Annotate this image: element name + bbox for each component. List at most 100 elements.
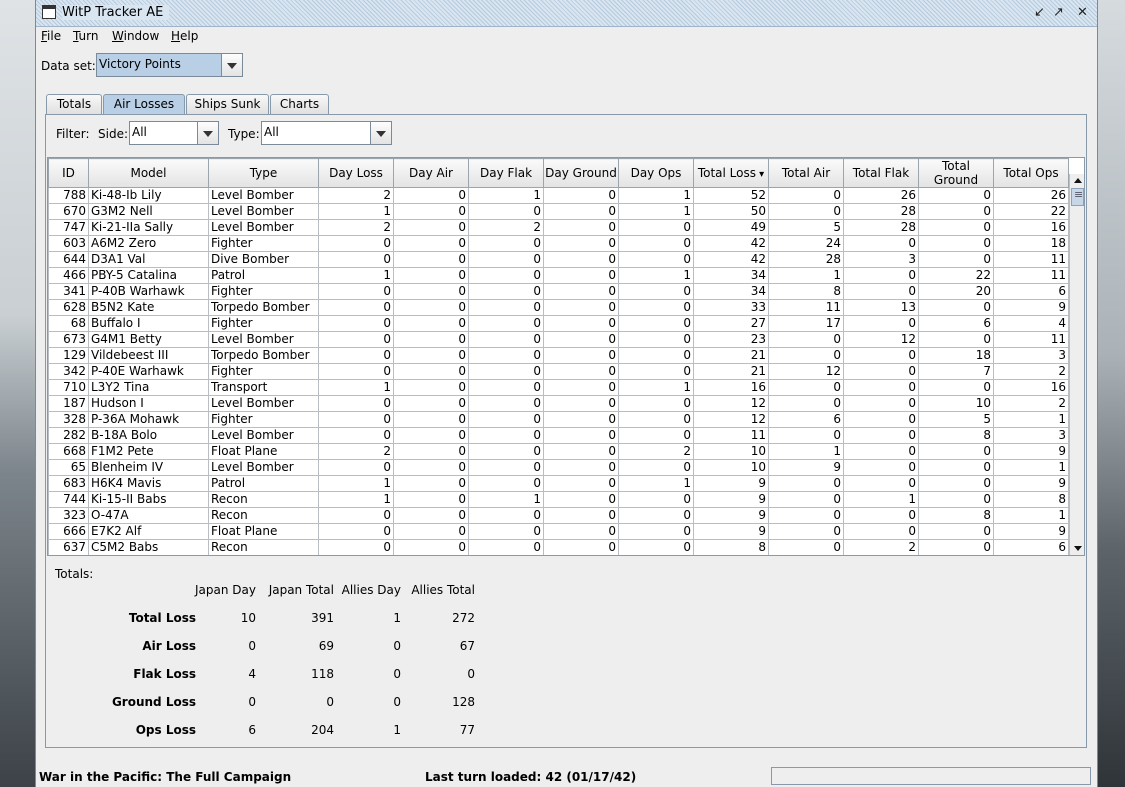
table-cell: 0 xyxy=(768,523,844,540)
totals-value: 10 xyxy=(240,611,256,625)
side-label: Side: xyxy=(98,127,128,141)
table-row[interactable]: 666 E7K2 Alf Float Plane 0 0 0 0 0 9 0 0 0 9 xyxy=(48,523,1069,540)
table-cell: 0 xyxy=(543,219,619,236)
menu-window[interactable]: Window xyxy=(112,29,159,43)
tab-charts[interactable]: Charts xyxy=(270,94,329,114)
table-cell: Level Bomber xyxy=(208,187,319,204)
table-row[interactable]: 710 L3Y2 Tina Transport 1 0 0 0 1 16 0 0 0 16 xyxy=(48,379,1069,396)
totals-value: 6 xyxy=(248,723,256,737)
table-cell: 2 xyxy=(993,395,1069,412)
menu-file[interactable]: File xyxy=(41,29,61,43)
table-cell: 0 xyxy=(918,475,994,492)
table-cell: Buffalo I xyxy=(88,315,209,332)
table-row[interactable]: 637 C5M2 Babs Recon 0 0 0 0 0 8 0 2 0 6 xyxy=(48,539,1069,555)
table-cell: 0 xyxy=(468,315,544,332)
column-header[interactable]: ID xyxy=(48,158,89,188)
side-select[interactable]: All xyxy=(129,121,219,145)
scroll-down-icon[interactable] xyxy=(1070,542,1084,555)
table-row[interactable]: 129 Vildebeest III Torpedo Bomber 0 0 0 0 0 21 0 0… xyxy=(48,347,1069,364)
tab-ships-sunk[interactable]: Ships Sunk xyxy=(186,94,269,114)
title-bar[interactable]: WitP Tracker AE ↙ ↗ ✕ xyxy=(36,0,1097,27)
app-window-icon xyxy=(42,5,56,19)
table-row[interactable]: 342 P-40E Warhawk Fighter 0 0 0 0 0 21 12 0 7 2 xyxy=(48,363,1069,380)
table-row[interactable]: 282 B-18A Bolo Level Bomber 0 0 0 0 0 11 0 0 8 3 xyxy=(48,427,1069,444)
table-cell: 0 xyxy=(768,379,844,396)
table-cell: Fighter xyxy=(208,283,319,300)
column-header[interactable]: Total Ground xyxy=(918,158,994,188)
table-cell: 2 xyxy=(843,539,919,555)
table-cell: 0 xyxy=(318,427,394,444)
table-cell: 0 xyxy=(393,235,469,252)
table-cell: 3 xyxy=(993,347,1069,364)
column-header[interactable]: Day Flak xyxy=(468,158,544,188)
table-cell: D3A1 Val xyxy=(88,251,209,268)
table-cell: 0 xyxy=(918,219,994,236)
minimize-icon[interactable]: ↙ xyxy=(1032,5,1047,20)
table-row[interactable]: 683 H6K4 Mavis Patrol 1 0 0 0 1 9 0 0 0 9 xyxy=(48,475,1069,492)
maximize-icon[interactable]: ↗ xyxy=(1051,5,1066,20)
table-cell: 0 xyxy=(543,331,619,348)
table-row[interactable]: 788 Ki-48-Ib Lily Level Bomber 2 0 1 0 1 52 0 26 0 2… xyxy=(48,187,1069,204)
table-row[interactable]: 603 A6M2 Zero Fighter 0 0 0 0 0 42 24 0 0 18 xyxy=(48,235,1069,252)
column-header[interactable]: Day Air xyxy=(393,158,469,188)
table-cell: 0 xyxy=(318,283,394,300)
table-cell: 50 xyxy=(693,203,769,220)
table-cell: 0 xyxy=(768,203,844,220)
table-cell: 0 xyxy=(393,491,469,508)
table-row[interactable]: 644 D3A1 Val Dive Bomber 0 0 0 0 0 42 28 3 0 11 xyxy=(48,251,1069,268)
table-row[interactable]: 744 Ki-15-II Babs Recon 1 0 1 0 0 9 0 1 0 8 xyxy=(48,491,1069,508)
column-header[interactable]: Total Air xyxy=(768,158,844,188)
table-row[interactable]: 668 F1M2 Pete Float Plane 2 0 0 0 2 10 1 0 0 9 xyxy=(48,443,1069,460)
table-row[interactable]: 670 G3M2 Nell Level Bomber 1 0 0 0 1 50 0 28 0 22 xyxy=(48,203,1069,220)
table-cell: 0 xyxy=(468,395,544,412)
dataset-select[interactable]: Victory Points xyxy=(96,53,243,77)
table-row[interactable]: 187 Hudson I Level Bomber 0 0 0 0 0 12 0 0 10 2 xyxy=(48,395,1069,412)
table-row[interactable]: 673 G4M1 Betty Level Bomber 0 0 0 0 0 23 0 12 0 11 xyxy=(48,331,1069,348)
tab-totals[interactable]: Totals xyxy=(46,94,102,114)
table-cell: 1 xyxy=(618,267,694,284)
table-row[interactable]: 328 P-36A Mohawk Fighter 0 0 0 0 0 12 6 0 5 1 xyxy=(48,411,1069,428)
table-cell: 9 xyxy=(993,299,1069,316)
table-cell: 0 xyxy=(919,556,994,557)
column-header[interactable]: Day Ops xyxy=(618,158,694,188)
scroll-thumb[interactable] xyxy=(1071,188,1084,206)
table-cell: 0 xyxy=(918,203,994,220)
table-row[interactable]: 65 Blenheim IV Level Bomber 0 0 0 0 0 10 9 0 0 1 xyxy=(48,459,1069,476)
table-row[interactable]: 323 O-47A Recon 0 0 0 0 0 9 0 0 8 1 xyxy=(48,507,1069,524)
table-cell: P-36A Mohawk xyxy=(88,411,209,428)
table-row[interactable]: 747 Ki-21-IIa Sally Level Bomber 2 0 2 0 0 49 5 28… xyxy=(48,219,1069,236)
close-icon[interactable]: ✕ xyxy=(1075,5,1090,20)
table-cell: 0 xyxy=(843,523,919,540)
table-row[interactable]: 68 Buffalo I Fighter 0 0 0 0 0 27 17 0 6 4 xyxy=(48,315,1069,332)
table-cell: 0 xyxy=(618,347,694,364)
totals-value: 272 xyxy=(452,611,475,625)
table-cell: 8 xyxy=(918,427,994,444)
table-cell: 3 xyxy=(843,251,919,268)
table-scrollbar[interactable] xyxy=(1069,174,1084,555)
table-row[interactable]: 466 PBY-5 Catalina Patrol 1 0 0 0 1 34 1 0 22 11 xyxy=(48,267,1069,284)
table-cell: 0 xyxy=(468,379,544,396)
table-row[interactable]: 628 B5N2 Kate Torpedo Bomber 0 0 0 0 0 33 11 13 0 9 xyxy=(48,299,1069,316)
menu-turn[interactable]: Turn xyxy=(73,29,98,43)
column-header[interactable]: Model xyxy=(88,158,209,188)
column-header[interactable]: Type xyxy=(208,158,319,188)
table-cell: Blenheim IV xyxy=(88,459,209,476)
column-header[interactable]: Total Flak xyxy=(843,158,919,188)
chevron-down-icon[interactable] xyxy=(221,54,242,76)
chevron-down-icon[interactable] xyxy=(370,122,391,144)
table-row[interactable]: 660E13A1 JakeFloat Plane0000080008 xyxy=(49,556,1069,557)
scroll-up-icon[interactable] xyxy=(1070,174,1084,188)
table-cell: G3M2 Nell xyxy=(88,203,209,220)
menu-help[interactable]: Help xyxy=(171,29,198,43)
type-select[interactable]: All xyxy=(261,121,392,145)
table-cell: 0 xyxy=(543,299,619,316)
column-header[interactable]: Day Loss xyxy=(318,158,394,188)
column-header[interactable]: Day Ground xyxy=(543,158,619,188)
column-header[interactable]: Total Ops xyxy=(993,158,1069,188)
table-cell: 0 xyxy=(468,427,544,444)
table-cell: 0 xyxy=(393,539,469,555)
table-row[interactable]: 341 P-40B Warhawk Fighter 0 0 0 0 0 34 8 0 20 6 xyxy=(48,283,1069,300)
column-header[interactable]: Total Loss xyxy=(693,158,769,188)
chevron-down-icon[interactable] xyxy=(197,122,218,144)
tab-air-losses[interactable]: Air Losses xyxy=(103,94,185,114)
